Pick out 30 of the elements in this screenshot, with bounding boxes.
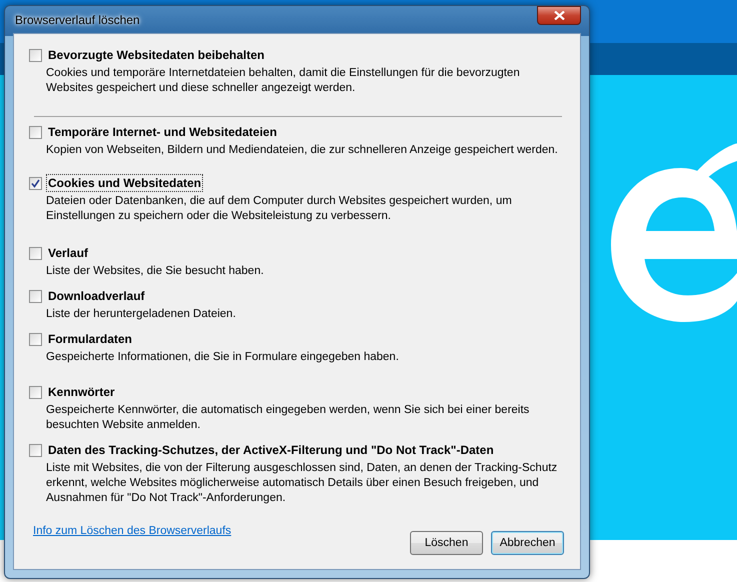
- close-button[interactable]: [537, 6, 581, 25]
- option-label[interactable]: Formulardaten: [46, 330, 134, 348]
- dialog-button[interactable]: Abbrechen: [491, 531, 564, 555]
- checkbox[interactable]: [29, 332, 42, 346]
- option-description: Liste der heruntergeladenen Dateien.: [46, 307, 237, 322]
- close-icon: [554, 11, 564, 20]
- option-description: Gespeicherte Kennwörter, die automatisch eingegeben werden, wenn Sie sich bei einer bereits besuchten Website anmelden.: [46, 403, 530, 433]
- option-label[interactable]: Bevorzugte Websitedaten beibehalten: [46, 46, 266, 64]
- option-label[interactable]: Kennwörter: [46, 383, 117, 401]
- option-label[interactable]: Downloadverlauf: [46, 287, 147, 305]
- info-link[interactable]: Info zum Löschen des Browserverlaufs: [33, 525, 232, 537]
- window-title: Browserverlauf löschen: [14, 12, 140, 26]
- option-description: Liste mit Websites, die von der Filterung ausgeschlossen sind, Daten, an denen der Tracking-Schutz erkennt, welche Websites möglicherweise automatisch Details über einen Besuch freigeben, und Ausnahmen für "Do Not Track"-Anforderungen.: [46, 461, 558, 506]
- option-label[interactable]: Daten des Tracking-Schutzes, der ActiveX-Filterung und "Do Not Track"-Daten: [46, 441, 496, 459]
- option-label[interactable]: Verlauf: [46, 244, 90, 262]
- checkbox[interactable]: [29, 246, 42, 260]
- dialog-button[interactable]: Löschen: [410, 531, 483, 555]
- option-label[interactable]: Cookies und Websitedaten: [46, 174, 204, 192]
- checkbox[interactable]: [29, 176, 42, 190]
- checkbox[interactable]: [29, 386, 42, 398]
- option-description: Kopien von Webseiten, Bildern und Mediendateien, die zur schnelleren Anzeige gespeichert werden.: [46, 143, 559, 158]
- checkbox[interactable]: [29, 290, 42, 302]
- option-label[interactable]: Temporäre Internet- und Websitedateien: [46, 123, 279, 141]
- checkbox[interactable]: [29, 126, 42, 138]
- option-description: Cookies und temporäre Internetdateien behalten, damit die Einstellungen für die bevorzugten Websites gespeichert und diese schneller angezeigt werden.: [46, 66, 521, 96]
- option-description: Gespeicherte Informationen, die Sie in Formulare eingegeben haben.: [46, 350, 400, 365]
- checkbox[interactable]: [29, 444, 42, 456]
- option-description: Dateien oder Datenbanken, die auf dem Computer durch Websites gespeichert wurden, um Einstellungen zu speichern oder die Websiteleistung zu verbessern.: [46, 194, 513, 224]
- checkbox[interactable]: [29, 48, 42, 62]
- option-description: Liste der Websites, die Sie besucht haben.: [46, 264, 265, 279]
